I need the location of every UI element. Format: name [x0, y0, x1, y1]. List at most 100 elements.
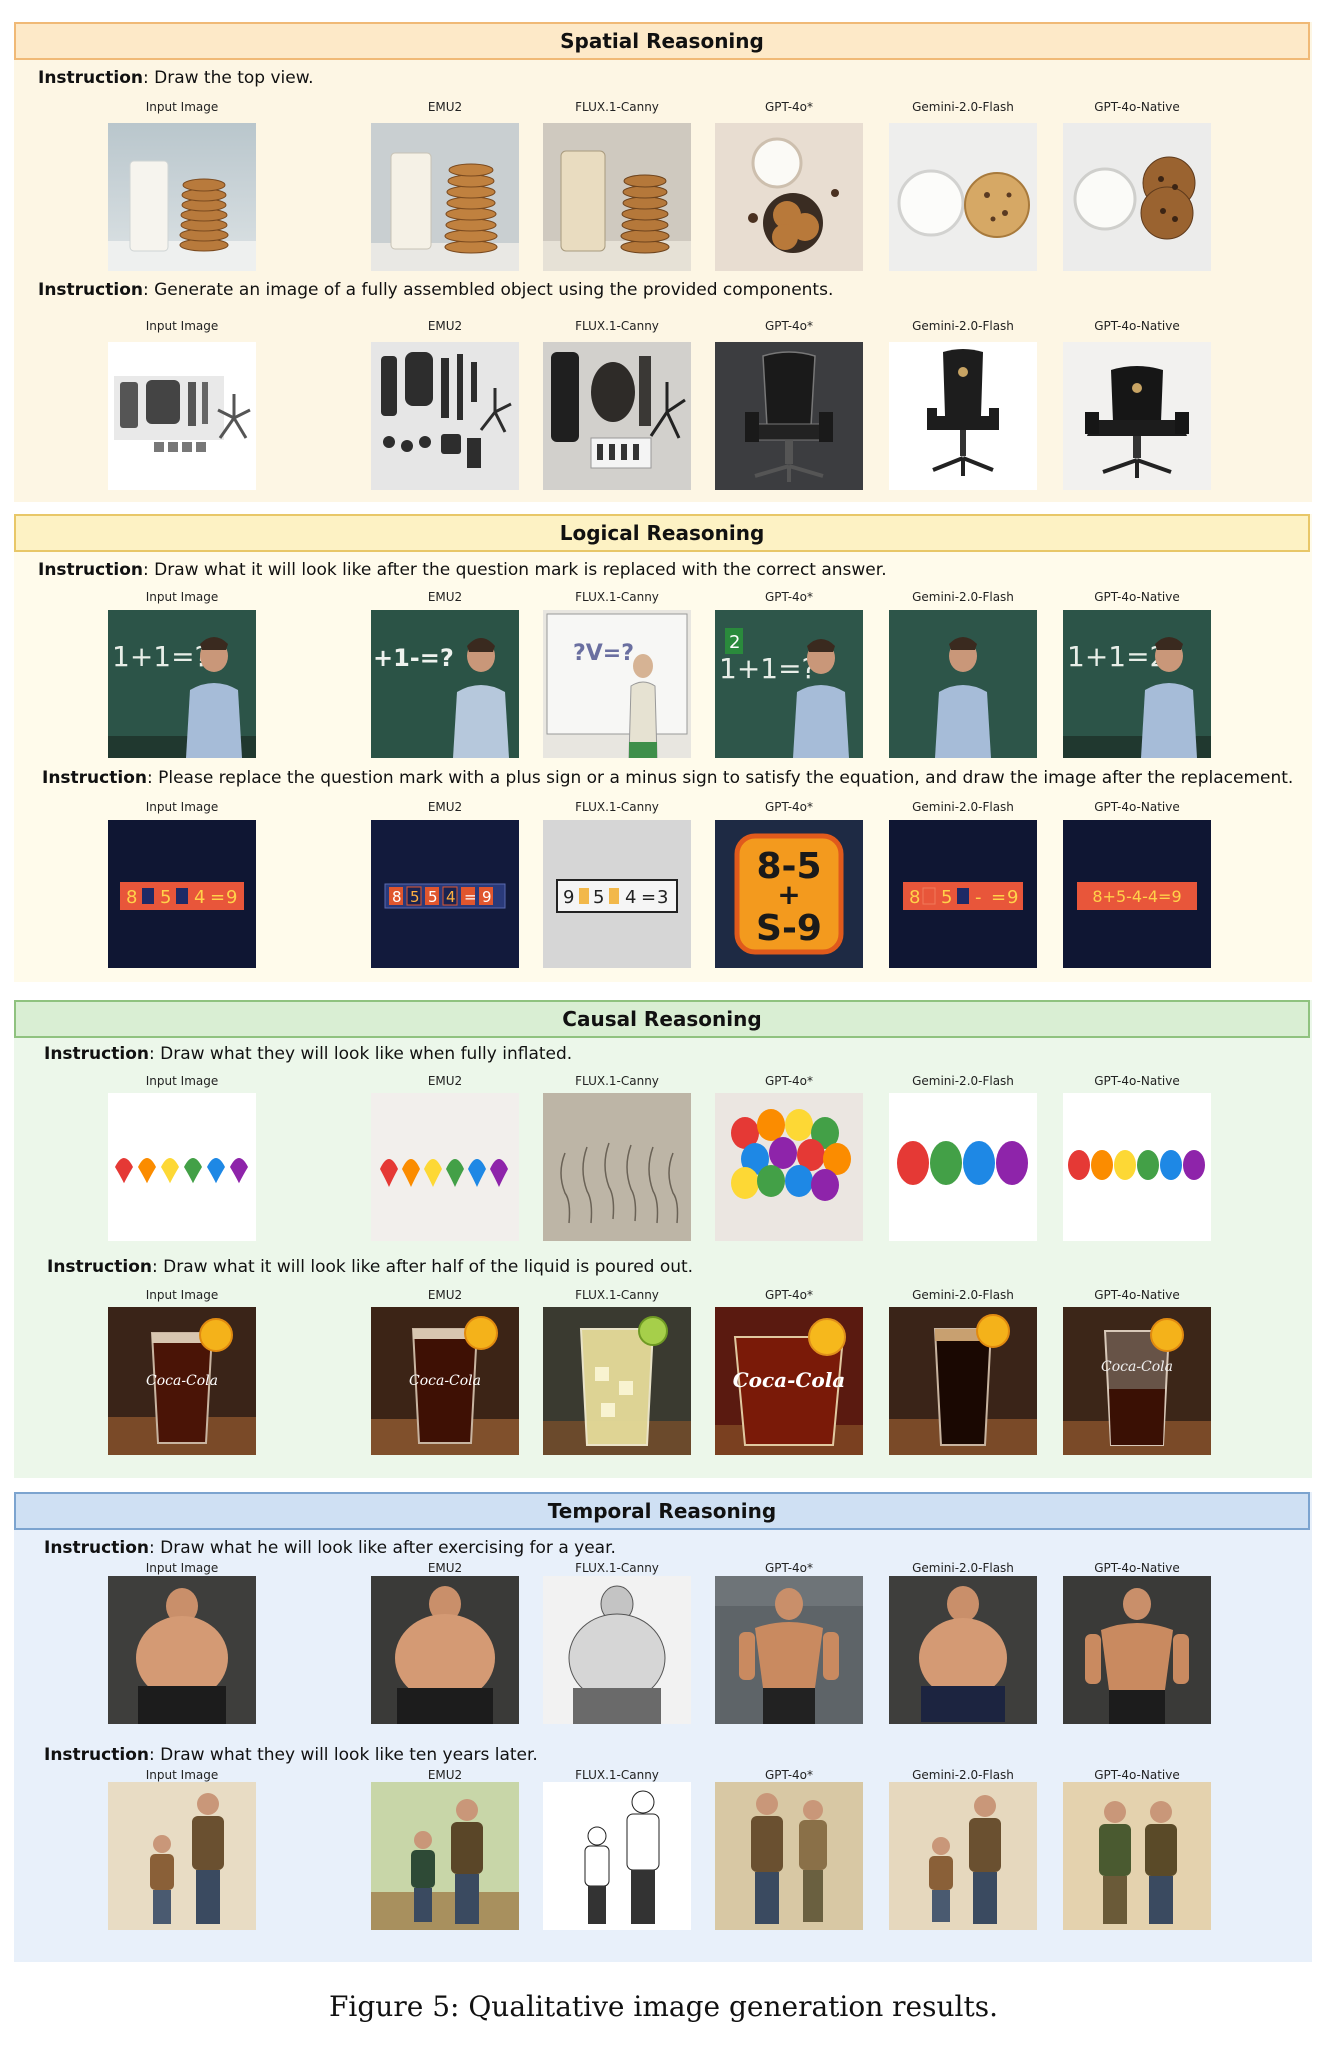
instruction-key: Instruction [38, 560, 143, 580]
row2-input-image [108, 342, 256, 490]
row3-input-image: 1+1=? [108, 610, 256, 758]
instruction-text: : Draw what they will look like when ful… [148, 1044, 573, 1064]
balloon [1091, 1150, 1113, 1180]
label-gemini: Gemini-2.0-Flash [912, 100, 1014, 114]
row7-flux-image [543, 1576, 691, 1724]
instruction-key: Instruction [47, 1257, 152, 1277]
row6-emu2-image: Coca-Cola [371, 1307, 519, 1455]
balloon [930, 1141, 962, 1185]
row2-gpt4o-image [715, 342, 863, 490]
row1-input-image [108, 123, 256, 271]
label-gpt4o-native: GPT-4o-Native [1094, 800, 1180, 814]
instruction-key: Instruction [38, 68, 143, 88]
row1-gpt4o-image [715, 123, 863, 271]
row6-gpt4o-image: Coca-Cola [715, 1307, 863, 1455]
instruction-row-1: Instruction: Draw what they will look li… [44, 1044, 572, 1064]
label-emu2: EMU2 [427, 1288, 463, 1302]
eq-token: 5 [593, 887, 604, 908]
label-emu2: EMU2 [427, 1768, 463, 1782]
row4-gpt4o-image: 8-5 + S-9 [715, 820, 863, 968]
row4-input-image: 8 5 4 = 9 [108, 820, 256, 968]
row7-emu2-image [371, 1576, 519, 1724]
instruction-key: Instruction [38, 280, 143, 300]
label-input-image: Input Image [145, 319, 219, 333]
row4-gemini-image: 8 5 - = 9 [889, 820, 1037, 968]
label-gpt4o: GPT-4o* [764, 590, 814, 604]
eq-token: 5 [428, 888, 438, 906]
row3-native-image: 1+1=2 [1063, 610, 1211, 758]
label-gpt4o-native: GPT-4o-Native [1094, 100, 1180, 114]
label-gpt4o: GPT-4o* [764, 1768, 814, 1782]
eq-token: 9 [1007, 887, 1018, 908]
row4-native-image: 8+5-4-4=9 [1063, 820, 1211, 968]
instruction-text: : Draw what it will look like after the … [142, 560, 887, 580]
instruction-text: : Draw what they will look like ten year… [148, 1745, 538, 1765]
section-title: Spatial Reasoning [14, 22, 1310, 60]
instruction-text: : Draw what it will look like after half… [151, 1257, 694, 1277]
row7-gpt4o-image [715, 1576, 863, 1724]
row7-input-image [108, 1576, 256, 1724]
instruction-text: : Draw the top view. [142, 68, 314, 88]
label-flux: FLUX.1-Canny [575, 590, 659, 604]
row8-emu2-image [371, 1782, 519, 1930]
balloon [785, 1109, 813, 1141]
label-input-image: Input Image [145, 800, 219, 814]
label-flux: FLUX.1-Canny [575, 319, 659, 333]
label-emu2: EMU2 [427, 100, 463, 114]
instruction-row-1: Instruction: Draw the top view. [38, 68, 313, 88]
row5-emu2-image [371, 1093, 519, 1241]
section-title: Temporal Reasoning [14, 1492, 1310, 1530]
label-emu2: EMU2 [427, 1561, 463, 1575]
label-flux: FLUX.1-Canny [575, 1561, 659, 1575]
row6-native-image: Coca-Cola [1063, 1307, 1211, 1455]
instruction-row-2: Instruction: Please replace the question… [42, 768, 1293, 788]
row2-emu2-image [371, 342, 519, 490]
label-gpt4o: GPT-4o* [764, 1074, 814, 1088]
instruction-row-2: Instruction: Draw what it will look like… [47, 1257, 693, 1277]
label-gemini: Gemini-2.0-Flash [912, 1768, 1014, 1782]
row1-native-image [1063, 123, 1211, 271]
row3-gpt4o-image: 2 1+1=? [715, 610, 863, 758]
row1-flux-image [543, 123, 691, 271]
label-flux: FLUX.1-Canny [575, 1074, 659, 1088]
instruction-key: Instruction [44, 1745, 149, 1765]
balloon [731, 1167, 759, 1199]
label-gemini: Gemini-2.0-Flash [912, 1288, 1014, 1302]
row8-gemini-image [889, 1782, 1037, 1930]
balloon [1114, 1150, 1136, 1180]
chalk-text: +1-=? [373, 644, 454, 672]
eq-token: - [975, 887, 982, 908]
instruction-row-2: Instruction: Draw what they will look li… [44, 1745, 538, 1765]
balloon [996, 1141, 1028, 1185]
label-gpt4o: GPT-4o* [764, 1561, 814, 1575]
eq-token: 3 [657, 887, 668, 908]
eq-token: + [777, 878, 800, 911]
instruction-row-2: Instruction: Generate an image of a full… [38, 280, 833, 300]
row8-native-image [1063, 1782, 1211, 1930]
row4-emu2-image: 8 5 5 4 = 9 [371, 820, 519, 968]
label-emu2: EMU2 [427, 1074, 463, 1088]
eq-token: 4 [625, 887, 636, 908]
row5-gpt4o-image [715, 1093, 863, 1241]
instruction-key: Instruction [42, 768, 147, 788]
eq-token: 8 [909, 887, 920, 908]
row8-gpt4o-image [715, 1782, 863, 1930]
row3-flux-image: ?V=? [543, 610, 691, 758]
label-gemini: Gemini-2.0-Flash [912, 800, 1014, 814]
row2-native-image [1063, 342, 1211, 490]
chalk-text: 1+1=? [719, 652, 816, 685]
balloon [1183, 1150, 1205, 1180]
label-gpt4o-native: GPT-4o-Native [1094, 1561, 1180, 1575]
label-flux: FLUX.1-Canny [575, 1288, 659, 1302]
label-gpt4o: GPT-4o* [764, 319, 814, 333]
eq-token: 4 [446, 888, 456, 906]
row4-flux-image: 9 5 4 = 3 [543, 820, 691, 968]
row3-gemini-image [889, 610, 1037, 758]
eq-token: = [641, 887, 656, 908]
label-gpt4o-native: GPT-4o-Native [1094, 1074, 1180, 1088]
balloon [811, 1169, 839, 1201]
chalk-text: ?V=? [573, 641, 634, 666]
label-input-image: Input Image [145, 590, 219, 604]
instruction-key: Instruction [44, 1538, 149, 1558]
eq-token: 5 [941, 887, 952, 908]
